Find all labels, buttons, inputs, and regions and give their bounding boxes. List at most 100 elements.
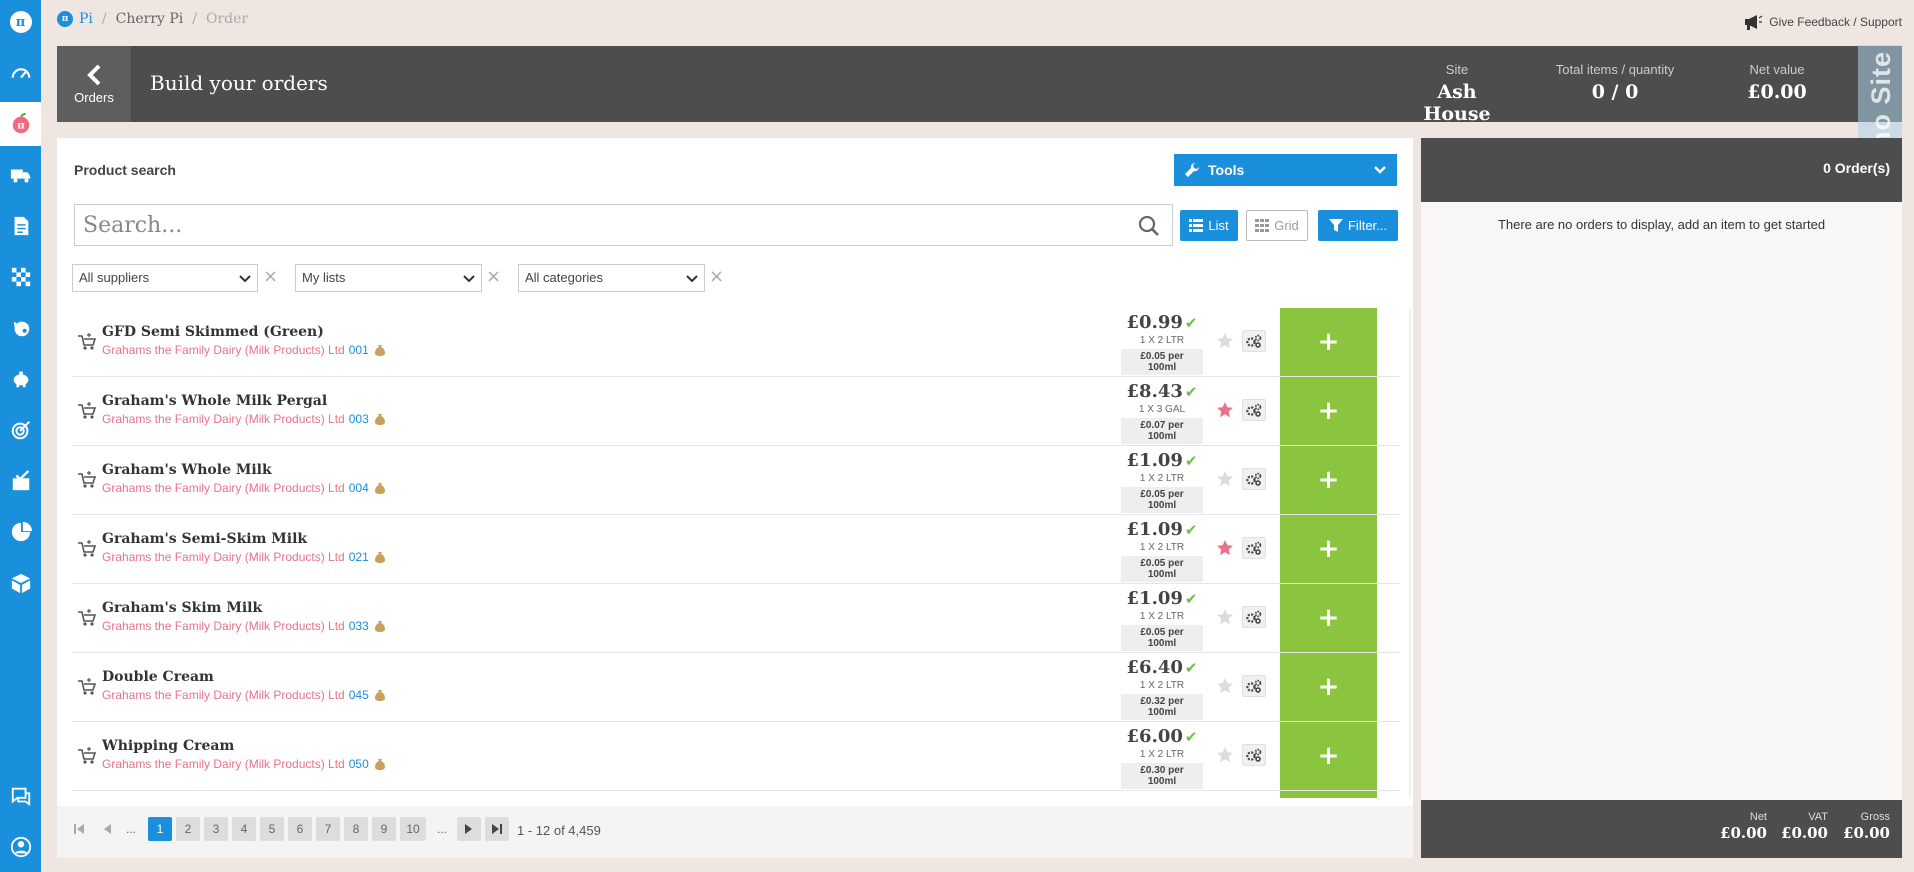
chevron-down-icon — [686, 275, 698, 283]
checklist-icon[interactable] — [0, 459, 41, 503]
product-settings-button[interactable] — [1242, 399, 1266, 421]
product-name[interactable]: Double Cream — [102, 669, 214, 685]
page-8-button[interactable]: 8 — [344, 817, 368, 841]
checkered-flag-icon[interactable] — [0, 255, 41, 299]
list-filter-select[interactable]: My lists — [295, 264, 482, 292]
pi-logo-icon[interactable]: π — [57, 11, 73, 27]
clear-category-filter-icon[interactable]: × — [709, 268, 724, 286]
supplier-name[interactable]: Grahams the Family Dairy (Milk Products)… — [102, 343, 345, 357]
breadcrumb-cherry-pi-link[interactable]: Cherry Pi — [116, 11, 184, 27]
search-input[interactable] — [83, 213, 1123, 238]
product-settings-button[interactable] — [1242, 744, 1266, 766]
page-5-button[interactable]: 5 — [260, 817, 284, 841]
favourite-star-icon[interactable] — [1216, 608, 1234, 626]
breadcrumb-pi-link[interactable]: Pi — [79, 11, 93, 27]
product-name[interactable]: Graham's Whole Milk — [102, 462, 272, 478]
tools-dropdown-button[interactable]: Tools — [1174, 154, 1397, 186]
clear-supplier-filter-icon[interactable]: × — [263, 268, 278, 286]
pagination-ellipsis-end[interactable]: ... — [430, 817, 454, 841]
page-3-button[interactable]: 3 — [204, 817, 228, 841]
page-6-button[interactable]: 6 — [288, 817, 312, 841]
supplier-filter-select[interactable]: All suppliers — [72, 264, 258, 292]
search-field — [74, 204, 1173, 246]
delivery-truck-icon[interactable] — [0, 153, 41, 197]
search-icon[interactable] — [1138, 215, 1160, 237]
target-icon[interactable] — [0, 408, 41, 452]
document-icon[interactable] — [0, 204, 41, 248]
supplier-name[interactable]: Grahams the Family Dairy (Milk Products)… — [102, 550, 345, 564]
favourite-star-icon[interactable] — [1216, 470, 1234, 488]
add-to-order-button[interactable]: + — [1280, 584, 1377, 652]
favourite-star-icon[interactable] — [1216, 539, 1234, 557]
page-9-button[interactable]: 9 — [372, 817, 396, 841]
page-1-button[interactable]: 1 — [148, 817, 172, 841]
favourite-star-icon[interactable] — [1216, 677, 1234, 695]
product-price: £8.43 — [1126, 381, 1183, 402]
svg-text:π: π — [17, 121, 25, 132]
add-to-order-button[interactable]: + — [1280, 446, 1377, 514]
product-settings-button[interactable] — [1242, 675, 1266, 697]
cherry-pi-icon[interactable]: π — [0, 102, 41, 146]
clear-list-filter-icon[interactable]: × — [486, 268, 501, 286]
main-sidebar: π π — [0, 0, 41, 872]
add-to-order-button[interactable] — [1280, 791, 1377, 798]
category-filter-select[interactable]: All categories — [518, 264, 705, 292]
previous-page-icon[interactable] — [95, 817, 119, 841]
add-to-order-button[interactable]: + — [1280, 653, 1377, 721]
pie-chart-icon[interactable] — [0, 510, 41, 554]
product-name[interactable]: Graham's Skim Milk — [102, 600, 262, 616]
pagination-ellipsis-start[interactable]: ... — [119, 817, 143, 841]
next-page-icon[interactable] — [457, 817, 481, 841]
add-to-order-button[interactable]: + — [1280, 308, 1377, 376]
site-label: Site — [1445, 62, 1469, 77]
dashboard-gauge-icon[interactable] — [0, 51, 41, 95]
supplier-name[interactable]: Grahams the Family Dairy (Milk Products)… — [102, 688, 345, 702]
product-price: £0.99 — [1126, 312, 1183, 333]
product-pack-size: 1 X 2 LTR — [1139, 680, 1185, 691]
product-name[interactable]: GFD Semi Skimmed (Green) — [102, 324, 324, 340]
supplier-name[interactable]: Grahams the Family Dairy (Milk Products)… — [102, 757, 345, 771]
filter-button[interactable]: Filter... — [1318, 210, 1398, 241]
list-view-button[interactable]: List — [1180, 210, 1238, 241]
back-to-orders-button[interactable]: Orders — [57, 46, 131, 122]
add-to-order-button[interactable]: + — [1280, 515, 1377, 583]
product-row: Graham's Whole Milk Grahams the Family Da… — [72, 446, 1400, 515]
product-code: 050 — [348, 757, 369, 771]
product-settings-button[interactable] — [1242, 606, 1266, 628]
help-chat-icon[interactable] — [0, 774, 41, 818]
box-icon[interactable] — [0, 561, 41, 605]
grid-view-button[interactable]: Grid — [1246, 210, 1308, 241]
add-to-order-button[interactable]: + — [1280, 377, 1377, 445]
first-page-icon[interactable] — [67, 817, 91, 841]
product-name[interactable]: Whipping Cream — [102, 738, 234, 754]
money-bag-icon — [374, 483, 385, 494]
favourite-star-icon[interactable] — [1216, 746, 1234, 764]
supplier-name[interactable]: Grahams the Family Dairy (Milk Products)… — [102, 481, 345, 495]
last-page-icon[interactable] — [485, 817, 509, 841]
page-7-button[interactable]: 7 — [316, 817, 340, 841]
chevron-down-icon — [463, 275, 475, 283]
add-to-order-button[interactable]: + — [1280, 722, 1377, 790]
pi-logo-icon[interactable]: π — [0, 0, 41, 44]
supplier-name[interactable]: Grahams the Family Dairy (Milk Products)… — [102, 412, 345, 426]
page-10-button[interactable]: 10 — [400, 817, 426, 841]
supplier-name[interactable]: Grahams the Family Dairy (Milk Products)… — [102, 619, 345, 633]
product-settings-button[interactable] — [1242, 537, 1266, 559]
give-feedback-link[interactable]: Give Feedback / Support — [1743, 14, 1902, 30]
product-settings-button[interactable] — [1242, 468, 1266, 490]
product-list-scrollbar[interactable] — [1409, 308, 1411, 798]
user-profile-icon[interactable] — [0, 825, 41, 869]
grid-view-label: Grid — [1274, 218, 1299, 233]
page-2-button[interactable]: 2 — [176, 817, 200, 841]
favourite-star-icon[interactable] — [1216, 332, 1234, 350]
favourite-star-icon[interactable] — [1216, 401, 1234, 419]
gears-icon — [1246, 403, 1262, 417]
page-4-button[interactable]: 4 — [232, 817, 256, 841]
piggy-bank-icon[interactable] — [0, 357, 41, 401]
product-name[interactable]: Graham's Semi-Skim Milk — [102, 531, 307, 547]
orders-count: 0 Order(s) — [1823, 160, 1890, 176]
product-settings-button[interactable] — [1242, 330, 1266, 352]
delivery-cart-icon — [78, 747, 97, 764]
pig-head-icon[interactable] — [0, 306, 41, 350]
product-name[interactable]: Graham's Whole Milk Pergal — [102, 393, 327, 409]
